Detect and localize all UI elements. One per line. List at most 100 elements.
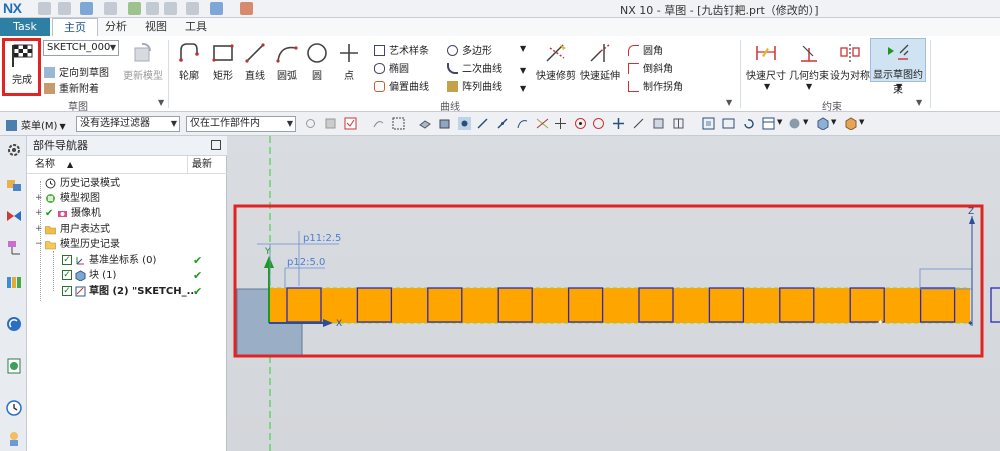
dimension-p11[interactable]: p11:2.5 [303, 233, 341, 244]
end-point-icon[interactable] [476, 117, 489, 130]
fit-view-icon[interactable] [702, 117, 715, 130]
history-clock-icon[interactable] [6, 400, 22, 416]
name-column-header[interactable]: 名称 ▲ [35, 156, 73, 174]
quadrant-point-icon[interactable] [592, 117, 605, 130]
repeat-command-icon[interactable] [186, 2, 199, 15]
dimension-p12[interactable]: p12:5.0 [287, 257, 325, 268]
curve-point-icon[interactable] [516, 117, 529, 130]
snap-settings-icon[interactable] [304, 117, 317, 130]
window-icon[interactable] [210, 2, 223, 15]
tree-item-block[interactable]: ✓ 块 (1) ✔ [27, 268, 227, 283]
tree-item-datum-csys[interactable]: ✓ 基准坐标系 (0) ✔ [27, 253, 227, 268]
save-icon[interactable] [38, 2, 51, 15]
copy-icon[interactable] [146, 2, 159, 15]
collapse-icon[interactable]: − [35, 237, 43, 252]
pattern-curve-button[interactable]: 阵列曲线 [447, 78, 502, 93]
dimension-chevron-icon[interactable]: ▼ [764, 82, 770, 91]
point-button[interactable]: 点 [334, 42, 364, 82]
studio-spline-button[interactable]: 艺术样条 [374, 42, 429, 57]
hd3d-tools-icon[interactable] [6, 316, 22, 332]
cut-icon[interactable] [128, 2, 141, 15]
menu-button[interactable]: 菜单(M) ▼ [6, 117, 66, 132]
selection-scope-select[interactable]: 仅在工作部件内 ▼ [186, 116, 296, 132]
sketch-square[interactable] [990, 287, 1000, 323]
offset-curve-button[interactable]: 偏置曲线 [374, 78, 429, 93]
point-on-face-icon[interactable] [652, 117, 665, 130]
graphics-window[interactable]: Y X p11:2.5 p12:5.0 Z ✦ ✦ [227, 136, 1000, 451]
orient-to-sketch-button[interactable]: 定向到草图 [44, 64, 109, 79]
chamfer-button[interactable]: 倒斜角 [628, 60, 673, 75]
intersection-point-icon[interactable] [536, 117, 549, 130]
constraint-group-menu-chevron-icon[interactable]: ▼ [916, 98, 922, 107]
update-model-button[interactable]: 更新模型 [122, 42, 164, 82]
visibility-checkbox[interactable]: ✓ [62, 270, 72, 280]
tab-tools[interactable]: 工具 [180, 18, 212, 36]
rotate-view-icon[interactable] [742, 117, 755, 130]
quick-trim-button[interactable]: 快速修剪 [534, 42, 578, 82]
ellipse-button[interactable]: 椭圆 [374, 60, 409, 75]
selection-filter-select[interactable]: 没有选择过滤器 ▼ [76, 116, 180, 132]
touch-mode-icon[interactable] [240, 2, 253, 15]
rectangle-button[interactable]: 矩形 [206, 42, 240, 82]
sketch-name-select[interactable]: SKETCH_000 ▼ [43, 40, 119, 56]
layout-icon[interactable] [762, 117, 775, 130]
render-chevron-icon[interactable]: ▼ [803, 118, 808, 126]
mid-point-icon[interactable] [496, 117, 509, 130]
edit-section-icon[interactable] [844, 117, 857, 130]
new-icon[interactable] [58, 2, 71, 15]
display-chevron-icon[interactable]: ▼ [896, 82, 902, 91]
sketch-canvas[interactable]: Y X p11:2.5 p12:5.0 Z ✦ ✦ [227, 136, 1000, 451]
make-corner-button[interactable]: 制作拐角 [628, 78, 683, 93]
select-all-icon[interactable] [344, 117, 357, 130]
quick-extend-button[interactable]: 快速延伸 [578, 42, 622, 82]
tree-item-user-expressions[interactable]: + 用户表达式 [27, 222, 227, 237]
curve-more-chevron-3-icon[interactable]: ▼ [520, 84, 526, 93]
feature-select-icon[interactable] [418, 117, 431, 130]
section-chevron-icon[interactable]: ▼ [859, 118, 864, 126]
expand-icon[interactable]: + [35, 222, 43, 237]
web-browser-icon[interactable] [6, 358, 22, 374]
expand-icon[interactable]: + [35, 206, 43, 221]
rapid-dimension-button[interactable]: 快速尺寸 [746, 42, 786, 82]
visibility-checkbox[interactable]: ✓ [62, 255, 72, 265]
profile-button[interactable]: 轮廓 [172, 42, 206, 82]
tab-analysis[interactable]: 分析 [100, 18, 132, 36]
geometric-constraints-button[interactable]: 几何约束 [788, 42, 830, 82]
assembly-navigator-icon[interactable] [6, 176, 22, 192]
tab-home[interactable]: 主页 [52, 18, 98, 36]
tangent-point-icon[interactable] [554, 117, 567, 130]
arc-button[interactable]: 圆弧 [272, 42, 302, 82]
point-on-curve-icon[interactable] [632, 117, 645, 130]
curve-more-chevron-1-icon[interactable]: ▼ [520, 44, 526, 53]
rectangle-select-icon[interactable] [392, 117, 405, 130]
group-menu-chevron-icon[interactable]: ▼ [158, 98, 164, 107]
lasso-select-icon[interactable] [372, 117, 385, 130]
gear-icon[interactable] [6, 142, 22, 158]
expand-icon[interactable]: + [35, 191, 43, 206]
selection-priority-icon[interactable] [324, 117, 337, 130]
visibility-checkbox[interactable]: ✓ [62, 286, 72, 296]
tree-item-model-history[interactable]: − 模型历史记录 [27, 237, 227, 252]
fillet-button[interactable]: 圆角 [628, 42, 663, 57]
reuse-library-icon[interactable] [6, 274, 22, 290]
layout-chevron-icon[interactable]: ▼ [777, 118, 782, 126]
reattach-button[interactable]: 重新附着 [44, 80, 99, 95]
existing-point-icon[interactable] [612, 117, 625, 130]
latest-column-header[interactable]: 最新 [187, 156, 227, 174]
conic-button[interactable]: 二次曲线 [447, 60, 502, 75]
redo-icon[interactable] [104, 2, 117, 15]
polygon-button[interactable]: 多边形 [447, 42, 492, 57]
curve-more-chevron-2-icon[interactable]: ▼ [520, 66, 526, 75]
tab-view[interactable]: 视图 [140, 18, 172, 36]
orient-chevron-icon[interactable]: ▼ [831, 118, 836, 126]
tree-item-camera[interactable]: + ✔ 摄像机 [27, 206, 227, 221]
zoom-icon[interactable] [722, 117, 735, 130]
render-style-icon[interactable] [788, 117, 801, 130]
roles-icon[interactable] [6, 430, 22, 446]
snap-point-icon[interactable] [458, 117, 471, 130]
curve-group-menu-chevron-icon[interactable]: ▼ [726, 98, 732, 107]
tree-item-sketch[interactable]: ✓ 草图 (2) "SKETCH_... ✔ [27, 284, 227, 299]
circle-button[interactable]: 圆 [302, 42, 332, 82]
tab-task[interactable]: Task [0, 18, 50, 36]
body-select-icon[interactable] [438, 117, 451, 130]
